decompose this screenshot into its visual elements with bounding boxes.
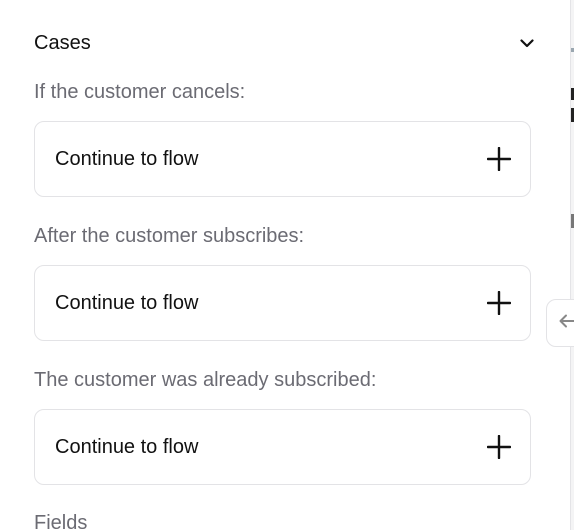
cases-panel: Cases If the customer cancels: Continue … xyxy=(0,0,570,530)
plus-icon[interactable] xyxy=(486,146,512,172)
case-label-already-subscribed: The customer was already subscribed: xyxy=(34,369,377,391)
chevron-down-icon[interactable] xyxy=(518,34,536,52)
section-title: Cases xyxy=(34,31,91,54)
case-action-text: Continue to flow xyxy=(55,147,199,170)
case-label-subscribes: After the customer subscribes: xyxy=(34,225,305,247)
case-action-text: Continue to flow xyxy=(55,435,199,458)
case-label-cancels: If the customer cancels: xyxy=(34,81,246,103)
fields-section-title: Fields xyxy=(34,512,88,530)
arrow-left-icon xyxy=(559,314,574,333)
case-action-text: Continue to flow xyxy=(55,291,199,314)
plus-icon[interactable] xyxy=(486,290,512,316)
case-subscribes-continue-to-flow[interactable]: Continue to flow xyxy=(34,265,531,341)
cases-section-header[interactable]: Cases xyxy=(34,26,534,60)
case-cancels-continue-to-flow[interactable]: Continue to flow xyxy=(34,121,531,197)
plus-icon[interactable] xyxy=(486,434,512,460)
collapse-panel-button[interactable] xyxy=(546,299,574,347)
case-already-subscribed-continue-to-flow[interactable]: Continue to flow xyxy=(34,409,531,485)
